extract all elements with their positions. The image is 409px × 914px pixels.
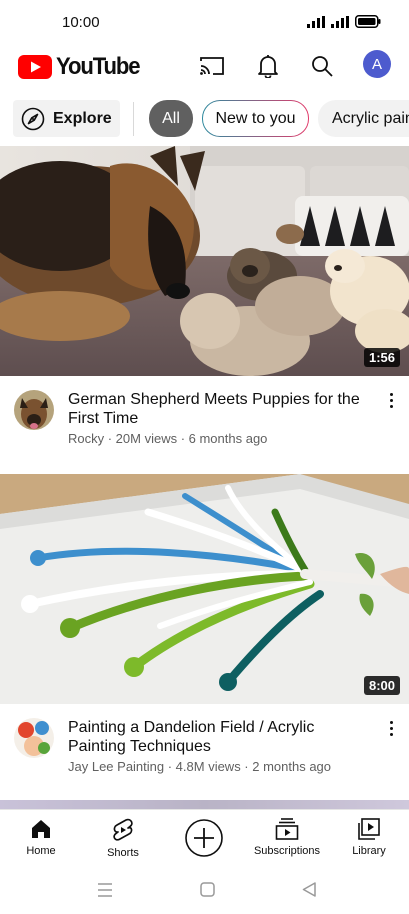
video-title[interactable]: German Shepherd Meets Puppies for the Fi… <box>68 390 368 428</box>
cast-icon <box>200 57 224 75</box>
dog-puppies-thumbnail <box>0 146 409 376</box>
nav-library[interactable]: Library <box>350 818 388 857</box>
video-duration: 8:00 <box>363 676 400 695</box>
channel-avatar[interactable] <box>14 390 54 430</box>
more-dot <box>389 732 393 736</box>
youtube-play-icon <box>18 55 52 79</box>
video-meta: Painting a Dandelion Field / Acrylic Pai… <box>0 704 409 800</box>
status-icons <box>307 15 381 28</box>
video-thumbnail[interactable]: 1:56 <box>0 146 409 376</box>
more-dot <box>389 398 393 402</box>
video-meta: German Shepherd Meets Puppies for the Fi… <box>0 376 409 474</box>
more-options-button[interactable] <box>383 716 399 740</box>
search-button[interactable] <box>306 50 338 82</box>
signal-icon <box>307 16 325 28</box>
more-dot <box>389 720 393 724</box>
nav-home[interactable]: Home <box>22 818 60 857</box>
video-duration: 1:56 <box>363 348 400 367</box>
chip-new-to-you[interactable]: New to you <box>202 100 309 137</box>
shorts-icon <box>113 818 133 841</box>
status-bar: 10:00 <box>0 0 409 44</box>
home-icon <box>32 820 50 838</box>
more-dot <box>389 726 393 730</box>
compass-icon <box>21 107 45 130</box>
filter-chips: Explore All New to you Acrylic paint <box>0 100 409 138</box>
more-dot <box>389 392 393 396</box>
bell-icon <box>258 55 278 78</box>
painting-thumbnail <box>0 474 409 704</box>
menu-icon[interactable] <box>97 883 113 897</box>
more-options-button[interactable] <box>383 388 399 412</box>
bottom-navigation: Home Shorts Subscriptions Library <box>0 809 409 867</box>
account-avatar[interactable]: A <box>363 50 391 78</box>
nav-home-label: Home <box>26 845 56 857</box>
system-navigation-bar <box>0 867 409 914</box>
explore-chip[interactable]: Explore <box>13 100 120 137</box>
nav-subscriptions[interactable]: Subscriptions <box>250 818 324 857</box>
youtube-logo[interactable]: YouTube <box>18 53 147 81</box>
channel-avatar[interactable] <box>14 718 54 758</box>
subscriptions-icon <box>275 818 299 840</box>
channel-avatar-image <box>14 390 54 430</box>
battery-icon <box>355 15 381 28</box>
nav-shorts[interactable]: Shorts <box>102 818 144 859</box>
explore-label: Explore <box>53 109 112 127</box>
channel-avatar-image <box>14 718 54 758</box>
library-icon <box>358 818 380 840</box>
nav-library-label: Library <box>352 845 386 857</box>
video-subtitle: Jay Lee Painting · 4.8M views · 2 months… <box>68 759 332 774</box>
chip-divider <box>133 102 134 136</box>
chip-all[interactable]: All <box>149 100 193 137</box>
nav-shorts-label: Shorts <box>107 847 139 859</box>
notifications-button[interactable] <box>252 50 284 82</box>
video-title[interactable]: Painting a Dandelion Field / Acrylic Pai… <box>68 718 368 756</box>
more-dot <box>389 404 393 408</box>
plus-circle-icon <box>185 819 223 857</box>
cast-button[interactable] <box>196 50 228 82</box>
logo-text: YouTube <box>56 53 141 80</box>
app-header: YouTube <box>0 44 409 88</box>
search-icon <box>312 56 333 77</box>
home-square-icon[interactable] <box>200 882 215 897</box>
video-subtitle: Rocky · 20M views · 6 months ago <box>68 431 268 446</box>
chip-acrylic-paint[interactable]: Acrylic paint <box>318 100 409 137</box>
signal-icon-2 <box>331 16 349 28</box>
nav-subscriptions-label: Subscriptions <box>253 845 321 857</box>
status-time: 10:00 <box>62 14 100 31</box>
back-triangle-icon[interactable] <box>302 882 316 897</box>
create-button[interactable] <box>184 818 224 858</box>
video-thumbnail[interactable]: 8:00 <box>0 474 409 704</box>
